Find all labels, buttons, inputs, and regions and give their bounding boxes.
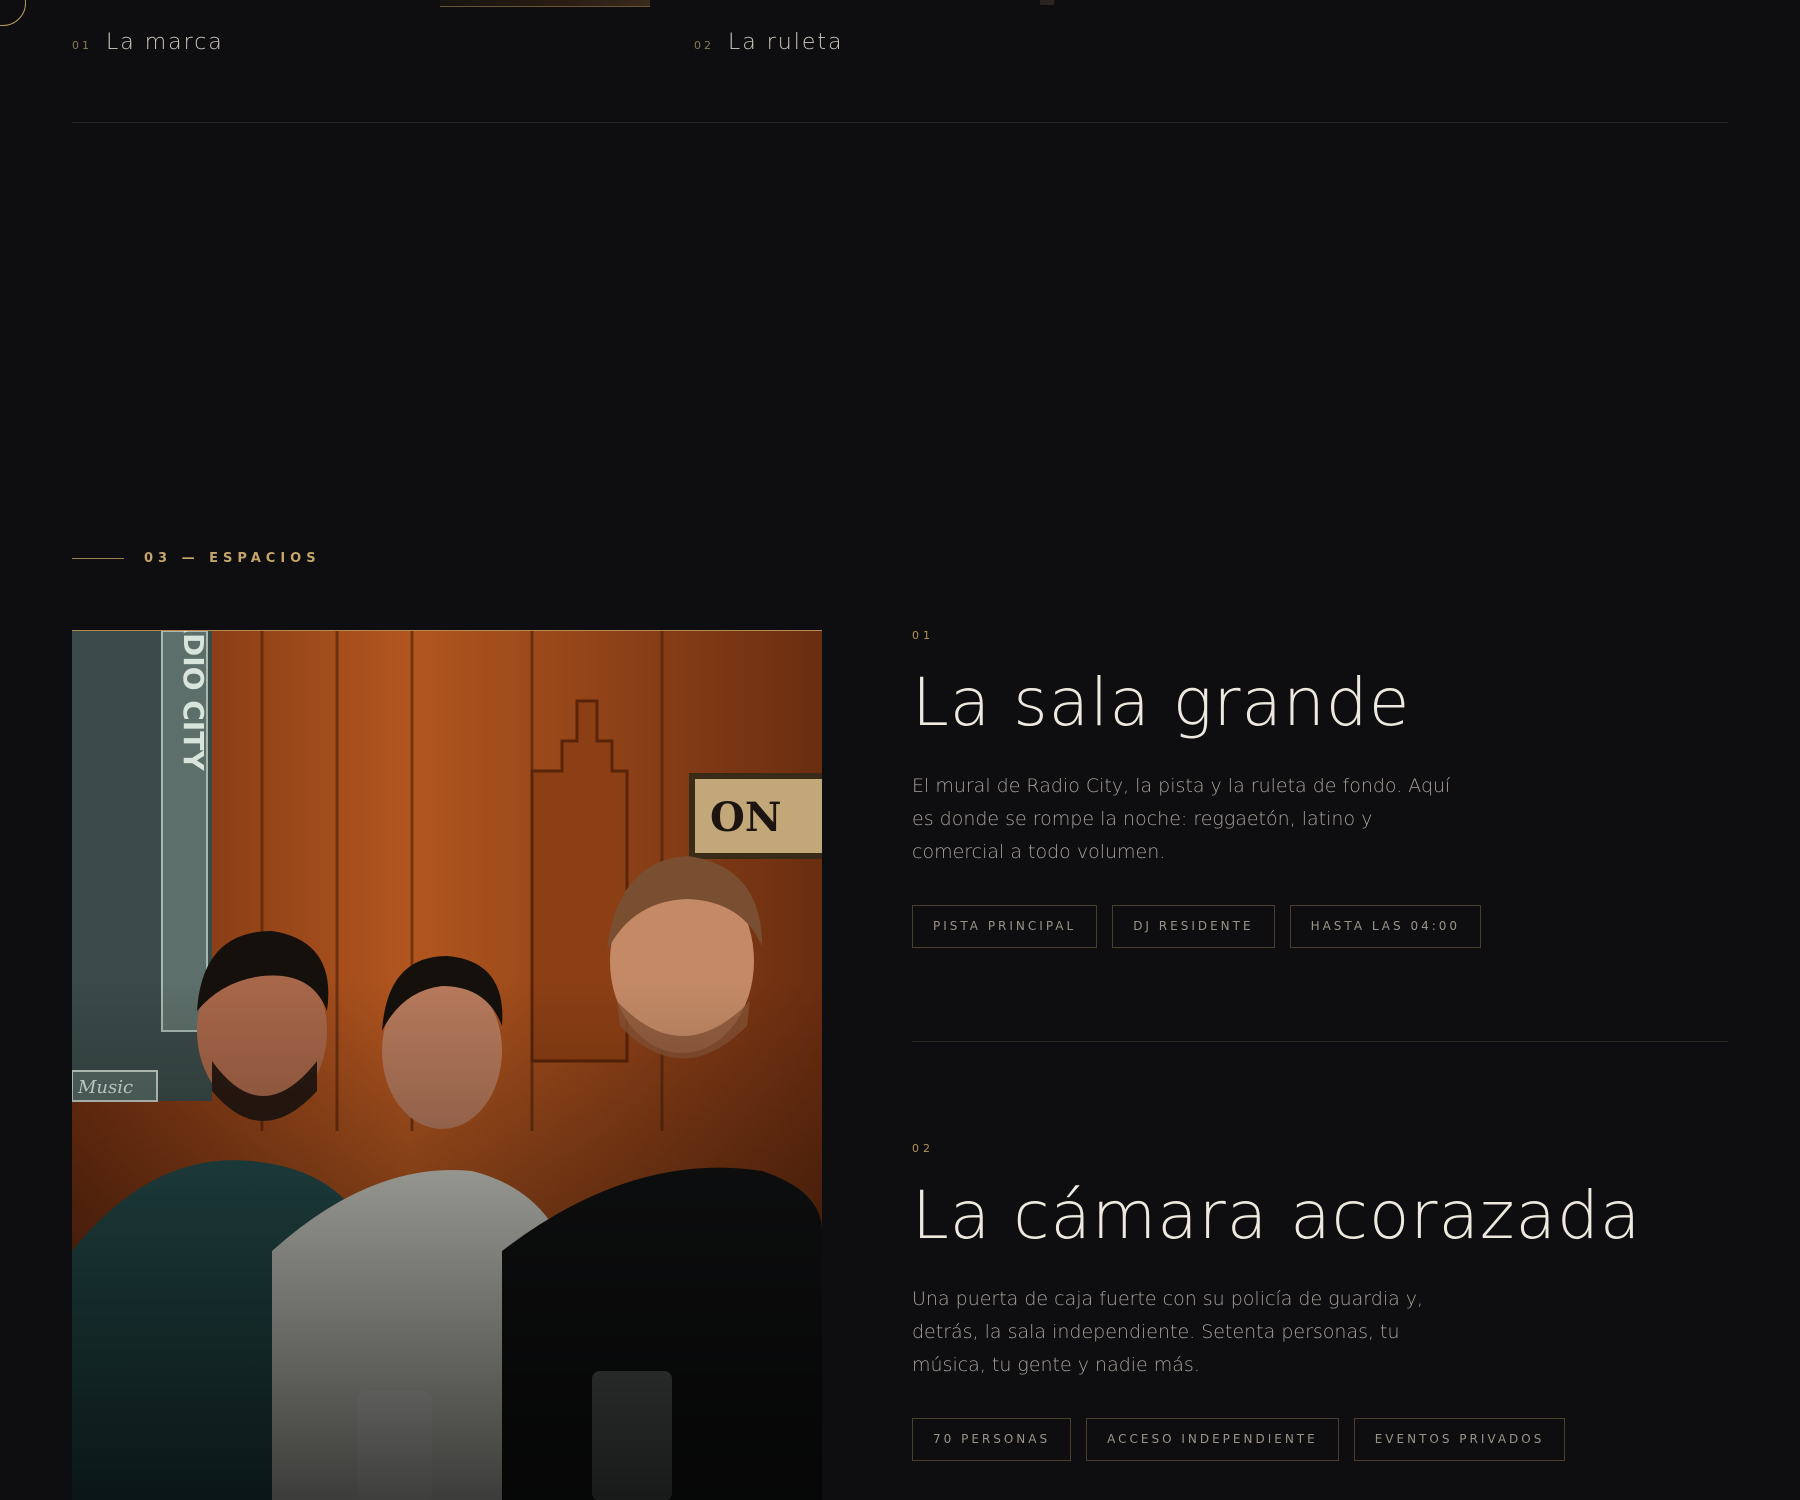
tag: DJ RESIDENTE xyxy=(1112,905,1275,948)
tag: PISTA PRINCIPAL xyxy=(912,905,1098,948)
tag: ACCESO INDEPENDIENTE xyxy=(1086,1418,1339,1461)
tab-number: 01 xyxy=(72,39,92,52)
space-title: La cámara acorazada xyxy=(912,1177,1642,1254)
space-la-sala-grande: 01 La sala grande El mural de Radio City… xyxy=(912,629,1728,948)
space-number: 02 xyxy=(912,1142,934,1155)
space-description: Una puerta de caja fuerte con su policía… xyxy=(912,1288,1424,1376)
space-tags: PISTA PRINCIPAL DJ RESIDENTE HASTA LAS 0… xyxy=(912,905,1728,948)
tab-label: La marca xyxy=(106,30,224,55)
divider xyxy=(72,122,1728,123)
tag: HASTA LAS 04:00 xyxy=(1289,905,1482,948)
section-label: 03 — ESPACIOS xyxy=(72,551,321,566)
section-label-line xyxy=(72,558,124,559)
tab-number: 02 xyxy=(694,39,714,52)
previous-image-edge-2 xyxy=(1040,0,1054,5)
space-description: El mural de Radio City, la pista y la ru… xyxy=(912,775,1451,863)
divider xyxy=(912,1041,1728,1042)
circle-button[interactable] xyxy=(0,0,26,26)
section-label-text: 03 — ESPACIOS xyxy=(144,551,321,566)
tag: EVENTOS PRIVADOS xyxy=(1353,1418,1566,1461)
space-la-camara-acorazada: 02 La cámara acorazada Una puerta de caj… xyxy=(912,1142,1728,1461)
space-title: La sala grande xyxy=(912,664,1411,741)
space-number: 01 xyxy=(912,629,934,642)
previous-image-edge xyxy=(440,0,650,7)
spaces-photo: ON ADIO CITY Music xyxy=(72,630,822,1500)
tab-label: La ruleta xyxy=(728,30,844,55)
tab-la-ruleta[interactable]: 02 La ruleta xyxy=(694,30,843,55)
tag: 70 PERSONAS xyxy=(912,1418,1072,1461)
space-tags: 70 PERSONAS ACCESO INDEPENDIENTE EVENTOS… xyxy=(912,1418,1728,1461)
page: 01 La marca 02 La ruleta 03 — ESPACIOS 0… xyxy=(0,0,1800,1500)
tab-la-marca[interactable]: 01 La marca xyxy=(72,30,224,55)
